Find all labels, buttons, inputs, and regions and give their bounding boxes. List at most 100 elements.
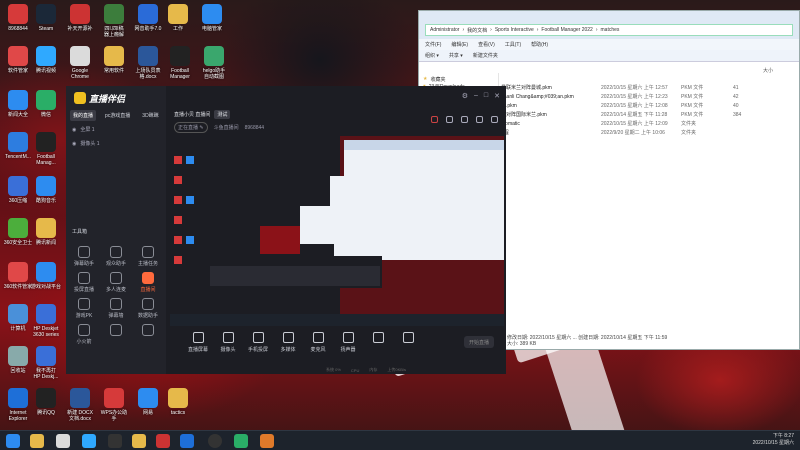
desktop-icon[interactable]: 我不再打 HP Deskj... [28,346,64,380]
desktop-icon[interactable]: 酷狗音乐 [28,176,64,204]
toolbox-item[interactable]: 数据助手 [134,298,162,319]
file-row[interactable]: haanli Chang&amp;#039;an.pkm 2022/10/15 星… [501,92,799,101]
toolbox-item[interactable] [102,324,130,338]
file-type: 文件夹 [681,130,697,136]
bell-icon[interactable] [476,116,483,123]
path-segment[interactable]: matches [601,27,620,33]
desktop-icon[interactable]: tactics [160,388,196,416]
user-icon[interactable] [461,116,468,123]
source-button[interactable]: 摄像头 [216,332,240,353]
file-row[interactable]: utomatic 2022/10/15 星期六 上午 12:09 文件夹 [501,119,799,128]
source-button[interactable]: 麦克风 [306,332,330,353]
taskbar-app-icon[interactable] [108,434,122,448]
desktop-icon[interactable]: 腾讯新闻 [28,218,64,246]
streaming-app-window[interactable]: 直播伴侣 我的直播 pc游戏直播 3D眯眯 ◉ 全屏 1 ◉ 摄像头 1 工具箱… [66,86,506,374]
menu-file[interactable]: 文件(F) [425,41,441,48]
file-row[interactable]: 2程2022/9/20 星期二 上午 10:06 文件夹 [501,128,799,137]
settings-icon[interactable]: ⚙ [462,92,468,100]
file-row[interactable]: 赛.pkm 2022/10/15 星期六 上午 12:08 PKM 文件 40 [501,101,799,110]
desktop-icon[interactable]: 游戏对战平台 [28,262,64,290]
share-button[interactable]: 共享 ▾ [449,52,463,59]
live-preview[interactable] [170,136,504,326]
desktop-icon[interactable]: WPS办公助 手 [96,388,132,422]
toolbox-item[interactable]: 游戏PK [70,298,98,319]
desktop-icon[interactable]: 常用软件 [96,46,132,74]
start-live-button[interactable]: 开始直播 [464,336,494,348]
desktop-icon[interactable]: helgo助手 自动截图 [196,46,232,80]
desktop-icon[interactable]: 四I.四I稿 器上瘾解 [96,4,132,38]
taskbar-wps-icon[interactable] [156,434,170,448]
tab-pc-game[interactable]: pc游戏直播 [102,110,133,121]
address-bar[interactable]: Administrator › 我的文档 › Sports Interactive ›… [425,24,793,36]
toolbox-item[interactable] [134,324,162,338]
menu-view[interactable]: 查看(V) [478,41,495,48]
desktop-icon[interactable]: 腾讯视频 [28,46,64,74]
eye-icon[interactable]: ◉ [72,127,76,133]
file-row[interactable]: 鹰对阵国际米兰.pkm 2022/10/14 星期五 下午 11:28 PKM 文件… [501,110,799,119]
start-button[interactable] [6,434,20,448]
taskbar-app-icon[interactable] [208,434,222,448]
scene-item[interactable]: ◉ 全屏 1 [72,126,95,134]
taskbar-chrome-icon[interactable] [56,434,70,448]
menu-tools[interactable]: 工具(T) [505,41,521,48]
taskbar-app-icon[interactable] [132,434,146,448]
desktop-icon[interactable]: Google Chrome [62,46,98,80]
tab-my-live[interactable]: 我的直播 [70,110,97,121]
minimize-icon[interactable]: – [474,92,478,100]
system-tray-clock[interactable]: 下午 8:27 2022/10/15 星期六 [753,433,794,447]
desktop-icon[interactable]: 新建 DOCX 文档.docx [62,388,98,422]
desktop-icon-label: Football Manag... [36,154,56,166]
desktop-icon[interactable]: Steam [28,4,64,32]
file-type: 文件夹 [681,121,697,127]
desktop-icon[interactable]: Football Manag... [28,132,64,166]
desktop-icon[interactable]: 补天开源补 [62,4,98,32]
source-button[interactable] [396,332,420,346]
path-segment[interactable]: 我的文档 [467,27,487,34]
tab-3d[interactable]: 3D眯眯 [139,110,161,121]
toolbox-item[interactable]: 观众助手 [102,246,130,267]
menu-edit[interactable]: 编辑(E) [451,41,468,48]
column-size[interactable]: 大小 [763,67,773,77]
toolbox-item[interactable]: 直播间 [134,272,162,293]
file-row[interactable]: 曼联米兰对阵曼城.pkm 2022/10/15 星期六 上午 12:57 PKM 文… [501,83,799,92]
desktop-icon[interactable]: Football Manager [162,46,198,80]
scene-item[interactable]: ◉ 摄像头 1 [72,140,100,148]
eye-icon[interactable]: ◉ [72,141,76,147]
taskbar-explorer-icon[interactable] [30,434,44,448]
source-button[interactable]: 多媒体 [276,332,300,353]
path-segment[interactable]: Sports Interactive [495,27,534,33]
source-button[interactable]: 扬声器 [336,332,360,353]
desktop-icon[interactable]: 电脑管家 [194,4,230,32]
toolbox-item[interactable]: 主播任务 [134,246,162,267]
path-segment[interactable]: Administrator [430,27,459,33]
path-segment[interactable]: Football Manager 2022 [541,27,592,33]
desktop-icon[interactable]: 腾讯QQ [28,388,64,416]
desktop-icon[interactable]: 工作 [160,4,196,32]
taskbar-ie-icon[interactable] [180,434,194,448]
menu-help[interactable]: 帮助(H) [531,41,548,48]
source-button[interactable]: 手机投屏 [246,332,270,353]
share-icon[interactable] [491,116,498,123]
toolbox-item[interactable]: 投屏直播 [70,272,98,293]
desktop-icon[interactable]: HP Deskjet 3630 series [28,304,64,338]
new-folder-button[interactable]: 新建文件夹 [473,52,498,59]
taskbar-stream-icon[interactable] [260,434,274,448]
gift-icon[interactable] [431,116,438,123]
desktop-icon[interactable]: 上场队员表 格.docx [130,46,166,80]
room-tag[interactable]: 测试 [214,110,231,119]
taskbar-video-icon[interactable] [82,434,96,448]
toolbox-item[interactable]: 弹幕助手 [70,246,98,267]
maximize-icon[interactable]: □ [484,92,488,100]
toolbox-item[interactable]: 小火箭 [70,324,98,345]
taskbar-wechat-icon[interactable] [234,434,248,448]
close-icon[interactable]: ✕ [494,92,500,100]
source-button[interactable]: 直播屏幕 [186,332,210,353]
lock-icon[interactable] [446,116,453,123]
organize-button[interactable]: 组织 ▾ [425,52,439,59]
toolbox-item[interactable]: 多人连麦 [102,272,130,293]
desktop-icon[interactable]: 微信 [28,90,64,118]
nav-favorites[interactable]: ★ 收藏夹 [423,75,494,83]
edit-title-button[interactable]: 正在直播 ✎ [174,122,208,133]
toolbox-item[interactable]: 弹幕墙 [102,298,130,319]
source-button[interactable] [366,332,390,346]
